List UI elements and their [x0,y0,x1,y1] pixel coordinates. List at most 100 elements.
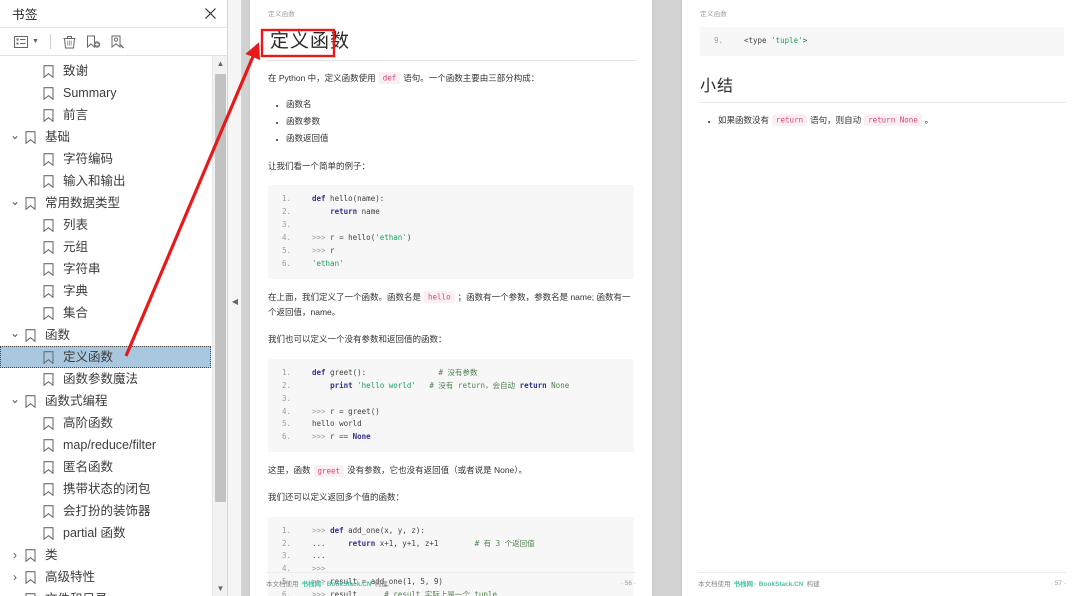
bookmark-item-label: 类 [45,548,58,562]
code-line: >>> r [282,245,335,258]
bookmark-edit-icon[interactable] [107,31,129,52]
bookmark-item-label: 输入和输出 [63,174,126,188]
bookmark-item-label: 文件和目录 [42,591,111,596]
bookmark-item-label: 集合 [63,306,89,320]
page-breadcrumb: 定义函数 [700,11,728,18]
twisty-placeholder [26,306,40,320]
bookmark-icon [40,416,56,430]
chevron-left-icon[interactable]: ◀ [231,296,239,306]
bookmark-item-label: 基础 [45,130,71,144]
bookmark-item[interactable]: 会打扮的装饰器 [0,500,227,522]
bookmark-item-label: 常用数据类型 [45,196,121,210]
chevron-down-icon[interactable]: ▼ [32,38,39,45]
bookmark-icon [40,306,56,320]
twisty-placeholder [26,218,40,232]
inline-code-def: def [378,72,401,85]
page-number: · 57 · [1050,579,1066,587]
bookmark-item[interactable]: › 高级特性 [0,566,227,588]
bookmark-item[interactable]: ⌄ 函数式编程 [0,390,227,412]
bookmark-item[interactable]: Summary [0,82,227,104]
code-line: return name [282,206,380,219]
page-number: · 56 · [620,579,636,587]
bookmark-item[interactable]: partial 函数 [0,522,227,544]
bookmark-item[interactable]: 前言 [0,104,227,126]
panel-splitter[interactable]: ◀ [228,0,242,596]
twisty-placeholder [26,262,40,276]
scrollbar-thumb[interactable] [215,74,226,502]
bookmark-item[interactable]: › 类 [0,544,227,566]
chevron-right-icon[interactable]: › [8,548,22,562]
bookmark-item[interactable]: ⌄ 基础 [0,126,227,148]
bookmark-icon [40,108,56,122]
bookmark-item[interactable]: 输入和输出 [0,170,227,192]
bookmark-item-label: 函数参数魔法 [63,372,139,386]
footer-post: 构建 [374,581,388,588]
bookmark-item[interactable]: 匿名函数 [0,456,227,478]
intro-text-pre: 在 Python 中，定义函数使用 [268,72,376,83]
bookmark-item-selected[interactable]: 定义函数 [0,346,211,368]
inline-code-hello: hello [424,291,455,304]
code-line: 'ethan' [282,258,344,271]
bookmark-icon [40,174,56,188]
twisty-placeholder [26,416,40,430]
bookmark-item[interactable]: 致谢 [0,60,227,82]
trash-icon[interactable] [59,31,81,52]
bookmark-list[interactable]: 致谢 Summary 前言 ⌄ 基础字符编码输入和输出 ⌄ 常用数据类型列表元组 字符串字典集… [0,56,227,596]
bookmark-item[interactable]: 字符串 [0,258,227,280]
explain2-text-b: 没有参数，它也没有返回值（或者说是 None）。 [347,465,528,476]
document-viewer[interactable]: 定义函数 定义函数 在 Python 中，定义函数使用 def 语句。一个函数主要由… [242,0,1080,596]
bookmark-item-label: 列表 [63,218,89,232]
chevron-down-icon[interactable]: ⌄ [8,393,22,408]
bookmark-item-label: 函数式编程 [45,394,108,408]
code-block-1: def hello(name): return name >>> r = hel… [268,185,634,279]
twisty-placeholder [26,108,40,122]
bookmark-panel-title: 书签 [12,8,39,22]
chevron-right-icon[interactable]: › [8,570,22,584]
bookmark-add-icon[interactable] [83,31,105,52]
twisty-placeholder [26,152,40,166]
bookmark-item[interactable]: 集合 [0,302,227,324]
bookmark-item[interactable]: map/reduce/filter [0,434,227,456]
bookmark-icon [40,504,56,518]
code-block-2: def greet(): # 没有参数 print 'hello world' … [268,358,634,453]
bookmark-icon [22,130,38,144]
bookmark-toolbar: ▼ [0,28,227,56]
chevron-down-icon[interactable]: ⌄ [8,195,22,210]
bookmark-scrollbar[interactable]: ▲ ▼ [212,56,227,596]
bookmark-item[interactable]: 高阶函数 [0,412,227,434]
bookmark-item[interactable]: 字符编码 [0,148,227,170]
list-options-icon[interactable] [10,31,32,52]
twisty-placeholder [26,350,40,364]
bookmark-item-label: 字符编码 [63,152,114,166]
inline-code-return-none: return None [864,114,922,127]
bookmark-item[interactable]: 携带状态的闭包 [0,478,227,500]
twisty-placeholder [26,372,40,386]
bookmark-panel: 书签 ▼ 致谢 Summary 前言 ⌄ 基础 字符编码 输入和输出 ⌄ 常用数… [0,0,228,596]
footer-pre: 本文档使用 [698,581,731,588]
inline-code-greet: greet [313,464,345,477]
bookmark-item[interactable]: ⌄ 函数 [0,324,227,346]
bookmark-item[interactable]: 元组 [0,236,227,258]
chevron-down-icon[interactable]: ▼ [213,581,227,596]
twisty-placeholder [26,438,40,452]
explain-text-a: 在上面，我们定义了一个函数。函数名是 [268,291,422,302]
chevron-up-icon[interactable]: ▲ [213,56,227,71]
footer-brand-link[interactable]: 书栈网 · BookStack.CN [734,578,804,588]
bookmark-item[interactable]: 字典 [0,280,227,302]
footer-brand-link[interactable]: 书栈网 · BookStack.CN [302,578,372,588]
bookmark-item[interactable]: 函数参数魔法 [0,368,227,390]
bookmark-icon [40,526,56,540]
footer-pre: 本文档使用 [266,581,299,588]
chevron-down-icon[interactable]: ⌄ [8,129,22,144]
close-icon[interactable] [201,5,219,23]
bookmark-item[interactable]: › 文件和目录 [0,588,227,596]
twisty-placeholder [26,240,40,254]
bookmark-item-label: 字典 [63,284,89,298]
bookmark-item[interactable]: ⌄ 常用数据类型 [0,192,227,214]
bookmark-panel-header: 书签 [0,0,227,28]
chevron-right-icon[interactable]: › [8,592,22,596]
explain2-text-a: 这里，函数 [268,465,311,476]
bookmark-item[interactable]: 列表 [0,214,227,236]
chevron-down-icon[interactable]: ⌄ [8,327,22,342]
bookmark-icon [22,548,38,562]
